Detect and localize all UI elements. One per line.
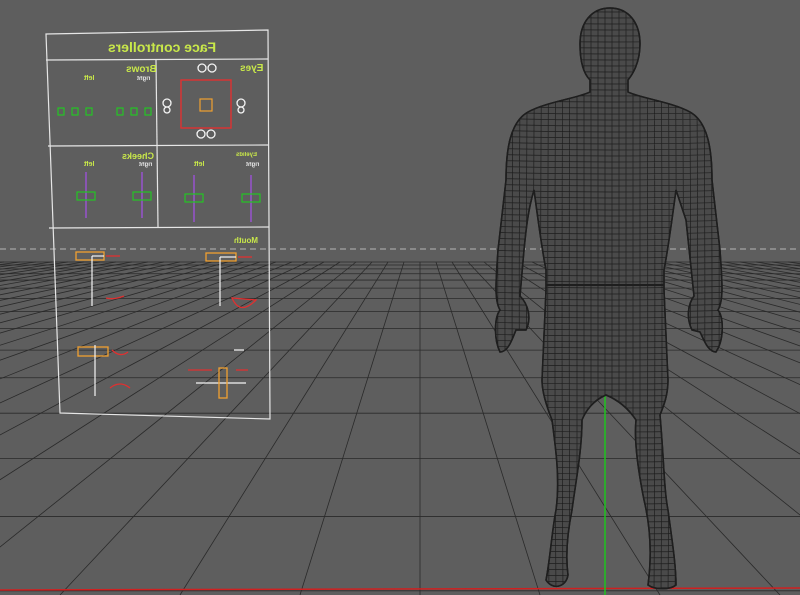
eyelids-right-label: right [246, 162, 260, 168]
brows-left-label: left [84, 75, 95, 82]
panel-title: Face controllers [108, 39, 217, 55]
brows-label: Brows [126, 64, 157, 75]
cheeks-label: Cheeks [122, 151, 155, 161]
eyelids-label: Eyelids [236, 152, 258, 158]
cheeks-left-label: left [84, 161, 95, 168]
cheeks-right-label: right [139, 162, 153, 168]
eyelids-left-label: left [194, 161, 205, 168]
eyes-label: Eyes [240, 63, 264, 74]
brows-right-label: right [137, 76, 151, 82]
viewport-canvas[interactable] [0, 0, 800, 595]
mouth-label: Mouth [234, 236, 258, 245]
3d-viewport[interactable]: Face controllers Eyes Brows right left E… [0, 0, 800, 595]
